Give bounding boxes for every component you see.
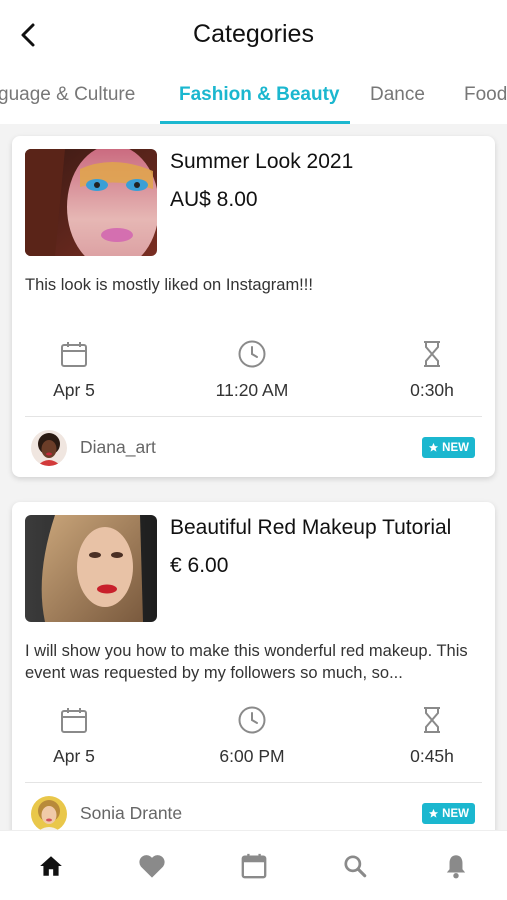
hourglass-icon	[424, 341, 440, 367]
nav-home[interactable]	[36, 851, 66, 881]
card-divider	[25, 782, 482, 783]
heart-icon	[139, 855, 165, 878]
new-badge: NEW	[422, 803, 475, 824]
calendar-icon	[241, 853, 267, 879]
star-icon	[429, 808, 439, 818]
event-duration-value: 0:45h	[410, 746, 454, 766]
hourglass-icon	[424, 707, 440, 733]
event-time-value: 6:00 PM	[219, 746, 285, 766]
event-time-value: 11:20 AM	[215, 380, 289, 400]
page-title: Categories	[193, 20, 314, 48]
home-icon	[40, 856, 62, 876]
event-card[interactable]: Beautiful Red Makeup Tutorial € 6.00 I w…	[12, 502, 495, 830]
author-name: Diana_art	[80, 437, 156, 457]
clock-icon	[238, 706, 266, 734]
avatar	[31, 796, 67, 830]
event-thumbnail	[25, 515, 157, 622]
event-price: AU$ 8.00	[170, 188, 258, 211]
event-date-value: Apr 5	[53, 380, 95, 400]
author-name: Sonia Drante	[80, 803, 183, 823]
event-card[interactable]: Summer Look 2021 AU$ 8.00 This look is m…	[12, 136, 495, 477]
event-title: Summer Look 2021	[170, 150, 354, 173]
tab-food[interactable]: Food	[464, 84, 507, 106]
event-thumbnail	[25, 149, 157, 256]
event-time: 11:20 AM	[192, 338, 312, 401]
new-badge: NEW	[422, 437, 475, 458]
nav-calendar[interactable]	[239, 851, 269, 881]
nav-favorites[interactable]	[137, 851, 167, 881]
app-header: Categories	[0, 0, 507, 70]
card-divider	[25, 416, 482, 417]
badge-label: NEW	[442, 807, 469, 820]
tab-dance[interactable]: Dance	[370, 84, 425, 106]
event-time: 6:00 PM	[192, 704, 312, 767]
author-row[interactable]: Sonia Drante NEW	[25, 794, 482, 830]
tab-fashion-beauty[interactable]: Fashion & Beauty	[179, 84, 339, 106]
bell-icon	[446, 855, 466, 879]
event-date-value: Apr 5	[53, 746, 95, 766]
event-duration: 0:45h	[372, 704, 492, 767]
category-tabs: guage & Culture Fashion & Beauty Dance F…	[0, 78, 507, 124]
calendar-icon	[61, 708, 87, 733]
star-icon	[429, 442, 439, 452]
avatar	[31, 430, 67, 466]
nav-notifications[interactable]	[441, 851, 471, 881]
bottom-nav	[0, 830, 507, 900]
badge-label: NEW	[442, 441, 469, 454]
event-date: Apr 5	[14, 704, 134, 767]
event-description: This look is mostly liked on Instagram!!…	[25, 276, 313, 294]
event-duration-value: 0:30h	[410, 380, 454, 400]
event-list[interactable]: Summer Look 2021 AU$ 8.00 This look is m…	[0, 124, 507, 830]
nav-search[interactable]	[340, 851, 370, 881]
event-title: Beautiful Red Makeup Tutorial	[170, 516, 452, 539]
event-description: I will show you how to make this wonderf…	[25, 642, 468, 682]
tab-language-culture[interactable]: guage & Culture	[0, 84, 135, 106]
clock-icon	[238, 340, 266, 368]
author-row[interactable]: Diana_art NEW	[25, 428, 482, 468]
calendar-icon	[61, 342, 87, 367]
event-duration: 0:30h	[372, 338, 492, 401]
search-icon	[344, 855, 367, 878]
event-price: € 6.00	[170, 554, 229, 577]
event-date: Apr 5	[14, 338, 134, 401]
